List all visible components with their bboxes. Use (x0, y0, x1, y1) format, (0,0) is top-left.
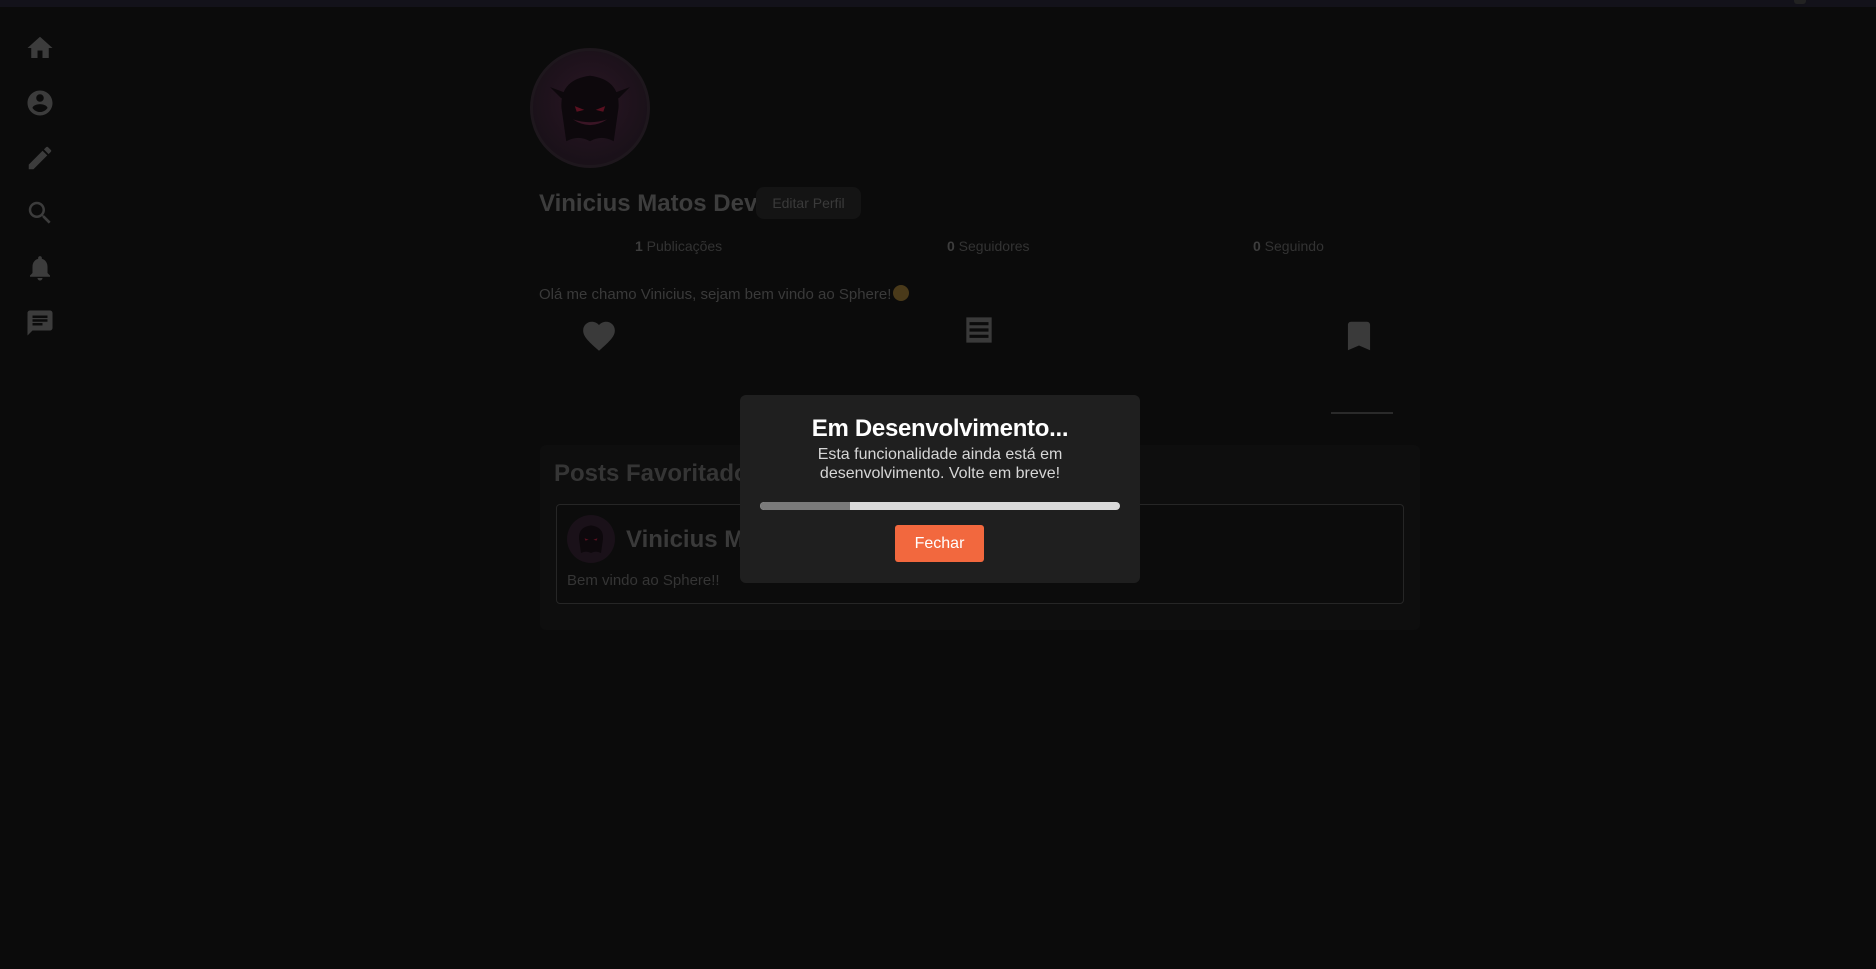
close-button[interactable]: Fechar (895, 525, 984, 562)
modal-overlay: Em Desenvolvimento... Esta funcionalidad… (0, 0, 1876, 969)
progress-bar (760, 502, 1120, 510)
progress-fill (760, 502, 850, 510)
modal-title: Em Desenvolvimento... (811, 415, 1069, 442)
dev-modal: Em Desenvolvimento... Esta funcionalidad… (740, 395, 1140, 583)
modal-message: Esta funcionalidade ainda está em desenv… (817, 446, 1063, 482)
